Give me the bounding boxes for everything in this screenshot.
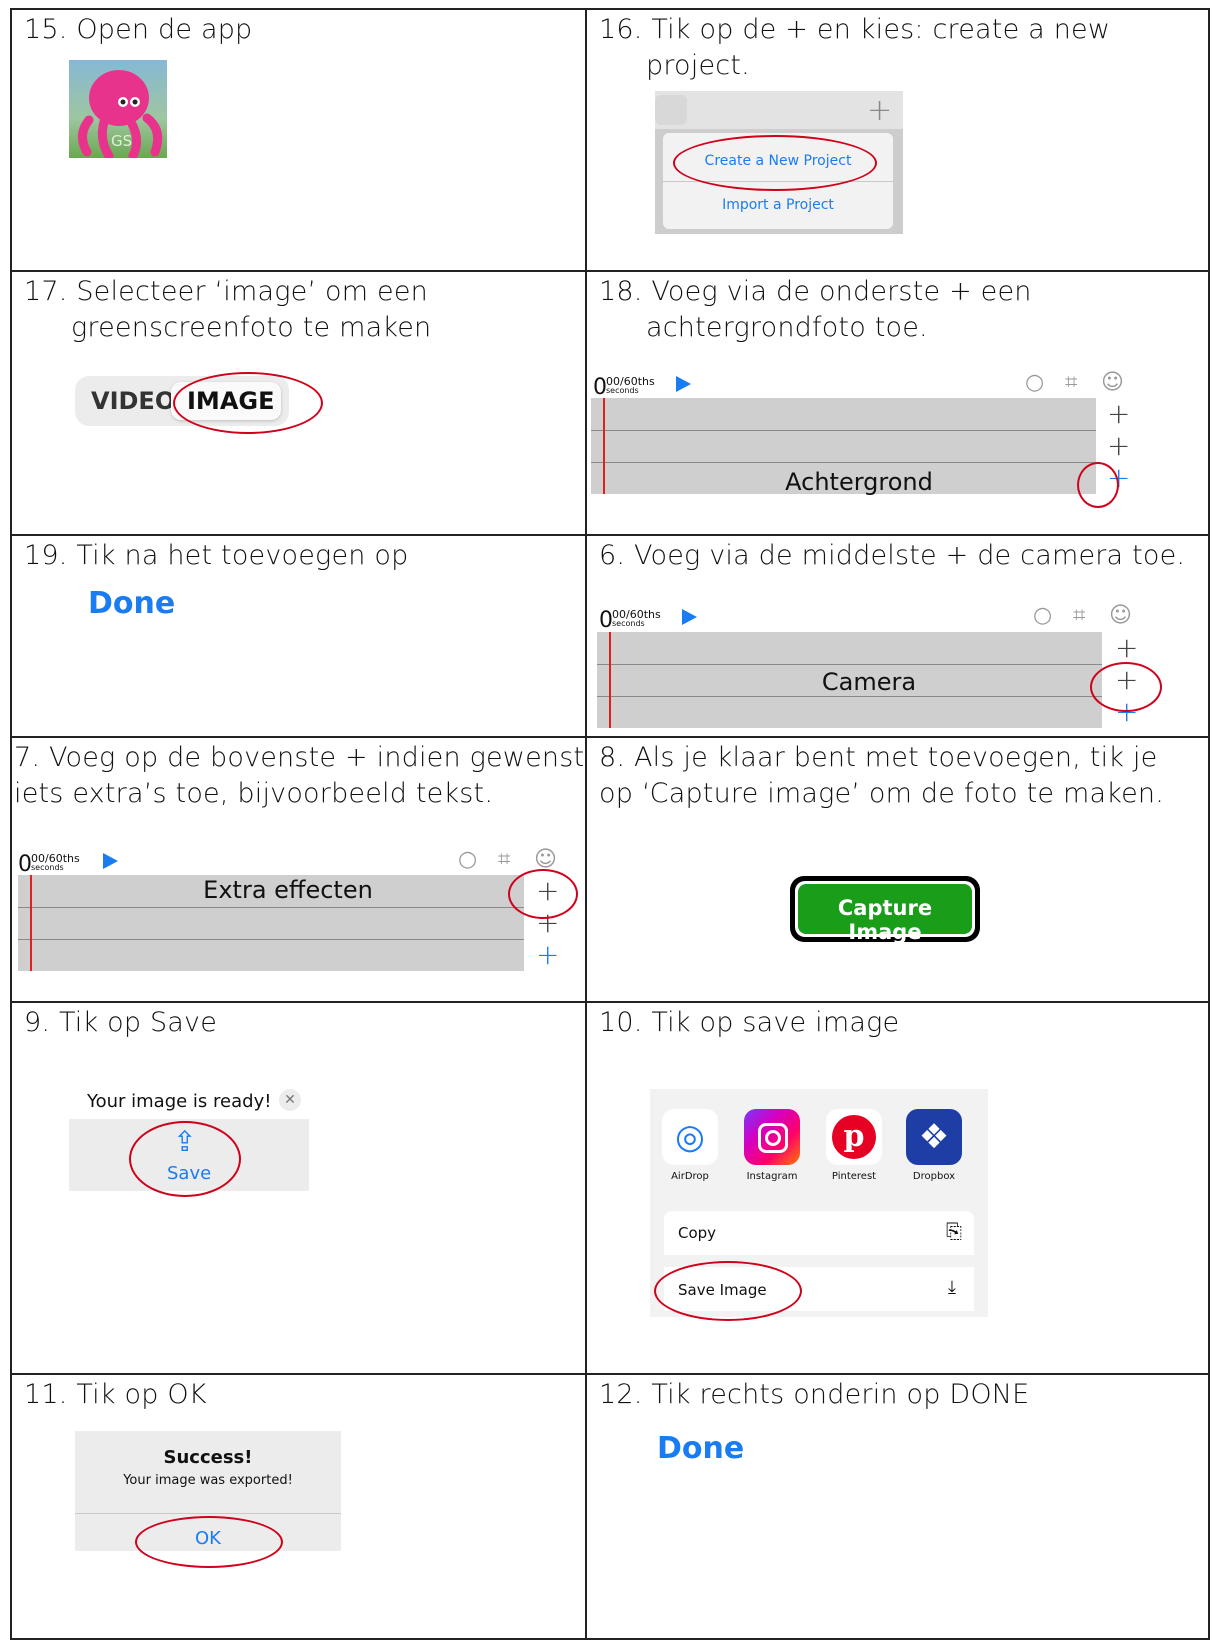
time-fraction: 00/60ths seconds [606, 375, 655, 395]
app-label-airdrop: AirDrop [671, 1171, 709, 1182]
play-icon[interactable] [676, 376, 691, 392]
playhead [30, 875, 32, 971]
cell-step-16: 16. Tik op de + en kies: create a new pr… [585, 8, 1210, 272]
cell-step-15: 15. Open de app GS [10, 8, 587, 272]
app-label-dropbox: Dropbox [912, 1171, 956, 1182]
step-8-text: 8. Als je klaar bent met toevoegen, tik … [599, 742, 1164, 809]
play-icon[interactable] [103, 853, 118, 869]
plus-icon[interactable]: + [867, 93, 892, 128]
highlight-ring [1077, 462, 1119, 508]
cell-step-6: 6. Voeg via de middelste + de camera toe… [585, 534, 1210, 738]
time-zero: 0 [18, 852, 32, 877]
app-label-instagram: Instagram [746, 1171, 798, 1182]
app-icon[interactable]: GS [69, 60, 167, 158]
capture-image-button[interactable]: Capture Image [790, 876, 980, 944]
cell-step-9: 9. Tik op Save Your image is ready! ✕ ⇪ … [10, 1001, 587, 1375]
highlight-ring [1090, 662, 1162, 712]
crop-icon[interactable]: ⌗ [1073, 605, 1085, 627]
time-fraction: 00/60ths seconds [31, 852, 80, 872]
play-icon[interactable] [682, 609, 697, 625]
done-button[interactable]: Done [88, 586, 175, 621]
instruction-table: 15. Open de app GS 16. Tik op de + en ki… [10, 8, 1210, 1640]
step-7-text: 7. Voeg op de bovenste + indien gewenst … [14, 742, 585, 809]
step-15-text: 15. Open de app [24, 14, 253, 45]
step-16-text: 16. Tik op de + en kies: create a new pr… [599, 14, 1111, 81]
cell-step-7: 7. Voeg op de bovenste + indien gewenst … [10, 736, 587, 1003]
mask-icon[interactable]: ☺ [534, 849, 557, 871]
step-6-text: 6. Voeg via de middelste + de camera toe… [599, 540, 1186, 571]
step-19-text: 19. Tik na het toevoegen op [24, 540, 409, 571]
video-option[interactable]: VIDEO [91, 387, 175, 415]
time-fraction: 00/60ths seconds [612, 608, 661, 628]
success-message: Your image was exported! [123, 1473, 293, 1488]
track-label: Camera [821, 668, 917, 696]
track-label: Extra effecten [203, 876, 373, 904]
step-12-text: 12. Tik rechts onderin op DONE [599, 1379, 1030, 1410]
done-button[interactable]: Done [657, 1431, 744, 1466]
playhead [609, 632, 611, 728]
highlight-ring [173, 372, 323, 434]
step-11-text: 11. Tik op OK [24, 1379, 207, 1410]
dropbox-icon[interactable]: ❖ [906, 1109, 962, 1165]
step-17-text: 17. Selecteer ‘image’ om een greenscreen… [24, 276, 432, 343]
plus-bottom-icon[interactable]: + [536, 941, 559, 969]
track-label: Achtergrond [785, 468, 933, 496]
step-18-text: 18. Voeg via de onderste + een achtergro… [599, 276, 1032, 343]
highlight-ring [673, 135, 877, 191]
cell-step-10: 10. Tik op save image ◎ p ❖ AirDrop Inst… [585, 1001, 1210, 1375]
success-title: Success! [163, 1447, 253, 1468]
crop-icon[interactable]: ⌗ [498, 849, 510, 871]
cell-step-11: 11. Tik op OK Success! Your image was ex… [10, 1373, 587, 1640]
plus-middle-icon[interactable]: + [1107, 432, 1130, 460]
dialog-title: Your image is ready! [87, 1091, 272, 1112]
app-label-pinterest: Pinterest [831, 1171, 877, 1182]
mask-icon[interactable]: ☺ [1101, 372, 1124, 394]
highlight-ring [508, 869, 578, 919]
highlight-ring [654, 1261, 802, 1321]
copy-row[interactable]: Copy ⎘ [664, 1211, 974, 1255]
crop-icon[interactable]: ⌗ [1065, 372, 1077, 394]
cell-step-12: 12. Tik rechts onderin op DONE Done [585, 1373, 1210, 1640]
plus-top-icon[interactable]: + [1115, 634, 1138, 662]
mask-icon[interactable]: ☺ [1109, 605, 1132, 627]
time-zero: 0 [599, 608, 613, 633]
plus-top-icon[interactable]: + [1107, 400, 1130, 428]
cell-step-17: 17. Selecteer ‘image’ om een greenscreen… [10, 270, 587, 536]
step-10-text: 10. Tik op save image [599, 1007, 900, 1038]
cell-step-19: 19. Tik na het toevoegen op Done [10, 534, 587, 738]
time-zero: 0 [593, 375, 607, 400]
playhead [603, 398, 605, 494]
highlight-ring [135, 1516, 283, 1568]
copy-label: Copy [678, 1224, 717, 1242]
airdrop-icon[interactable]: ◎ [662, 1109, 718, 1165]
save-icon: ⤓ [948, 1277, 956, 1298]
import-project-item[interactable]: Import a Project [663, 197, 893, 213]
pinterest-icon[interactable]: p [826, 1109, 882, 1165]
instagram-icon[interactable] [744, 1109, 800, 1165]
cell-step-18: 18. Voeg via de onderste + een achtergro… [585, 270, 1210, 536]
close-icon[interactable]: ✕ [279, 1089, 301, 1111]
highlight-ring [129, 1121, 241, 1197]
record-icon[interactable]: ○ [1025, 372, 1044, 394]
record-icon[interactable]: ○ [458, 849, 477, 871]
step-9-text: 9. Tik op Save [24, 1007, 218, 1038]
cell-step-8: 8. Als je klaar bent met toevoegen, tik … [585, 736, 1210, 1003]
copy-icon: ⎘ [946, 1219, 962, 1243]
capture-image-label: Capture Image [837, 896, 933, 944]
app-icon-label: GS [111, 132, 133, 150]
record-icon[interactable]: ○ [1033, 605, 1052, 627]
